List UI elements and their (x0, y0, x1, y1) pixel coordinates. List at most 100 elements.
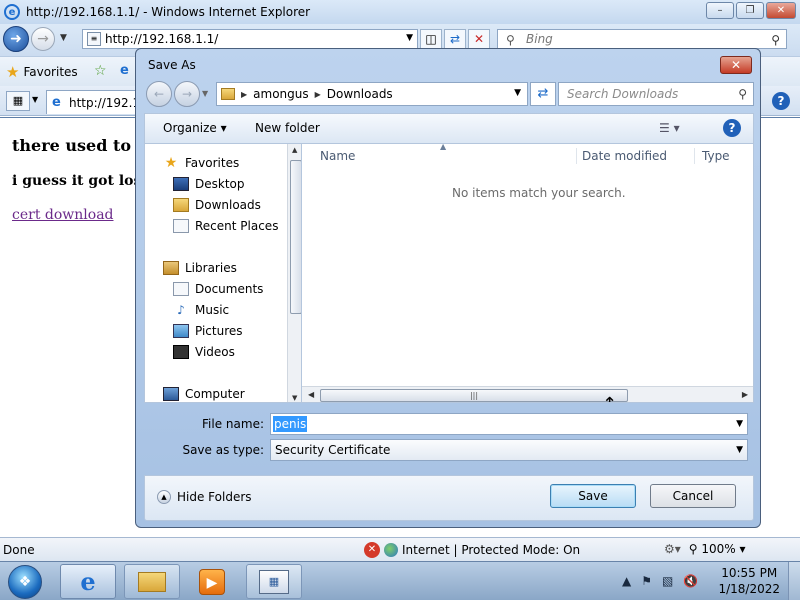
zoom-level[interactable]: ⚲ 100% ▾ (689, 542, 746, 556)
scroll-up-icon[interactable]: ▲ (292, 146, 297, 154)
file-name-value[interactable]: penis (273, 416, 308, 432)
nav-scrollbar[interactable]: ▲ ▼ (287, 144, 301, 402)
tab-list-dropdown-icon[interactable]: ▼ (32, 95, 38, 104)
tray-expand-icon[interactable]: ▲ (622, 574, 631, 588)
file-name-input[interactable]: penis ▼ (270, 413, 748, 435)
address-dropdown-icon[interactable]: ▼ (406, 33, 413, 43)
nav-label: Downloads (195, 197, 261, 212)
nav-pictures[interactable]: Pictures (173, 320, 301, 341)
stop-icon[interactable]: ✕ (468, 29, 490, 49)
action-center-flag-icon[interactable]: ⚑ (641, 574, 652, 588)
scroll-down-icon[interactable]: ▼ (292, 394, 297, 402)
star-icon: ★ (6, 63, 20, 81)
quick-tabs-icon[interactable]: ▦ (6, 91, 30, 111)
address-text[interactable]: http://192.168.1.1/ (105, 32, 218, 46)
breadcrumb-amongus[interactable]: amongus (253, 87, 308, 101)
clock[interactable]: 10:55 PM 1/18/2022 (718, 565, 780, 597)
dialog-close-button[interactable]: ✕ (720, 56, 752, 74)
file-name-row: File name: penis ▼ (144, 413, 754, 435)
dialog-help-icon[interactable]: ? (723, 119, 741, 137)
volume-muted-icon[interactable]: 🔇 (683, 574, 698, 588)
nav-favorites[interactable]: ★ Favorites (163, 152, 301, 173)
forward-button[interactable]: → (31, 27, 55, 51)
nav-label: Pictures (195, 323, 243, 338)
nav-videos[interactable]: Videos (173, 341, 301, 362)
compatibility-icon[interactable]: ◫ (420, 29, 442, 49)
clock-date: 1/18/2022 (718, 582, 780, 596)
minimize-button[interactable]: – (706, 2, 734, 19)
nav-recent-places[interactable]: Recent Places (173, 215, 301, 236)
status-bar: Done ✕ Internet | Protected Mode: On ⚙▾ … (0, 537, 800, 561)
dialog-back-button[interactable]: ← (146, 81, 172, 107)
address-bar[interactable]: ≡ http://192.168.1.1/ ▼ (82, 29, 418, 49)
refresh-icon[interactable]: ⇄ (444, 29, 466, 49)
cancel-button[interactable]: Cancel (650, 484, 736, 508)
nav-documents[interactable]: Documents (173, 278, 301, 299)
dialog-refresh-icon[interactable]: ⇄ (530, 82, 556, 106)
help-icon[interactable]: ? (772, 92, 790, 110)
search-downloads-input[interactable]: Search Downloads ⚲ (558, 82, 754, 106)
new-folder-button[interactable]: New folder (255, 121, 320, 135)
start-button[interactable]: ❖ (2, 563, 48, 600)
tray-icons: ▲ ⚑ ▧ 🔇 (622, 574, 698, 588)
breadcrumb-arrow-icon[interactable]: ▶ (241, 90, 247, 99)
nav-label: Music (195, 302, 230, 317)
nav-downloads[interactable]: Downloads (173, 194, 301, 215)
taskbar-certificate-app[interactable]: ▦ (246, 564, 302, 599)
organize-button[interactable]: Organize ▾ (163, 121, 227, 135)
dialog-forward-button[interactable]: → (174, 81, 200, 107)
save-type-dropdown-icon[interactable]: ▼ (736, 440, 743, 460)
popup-blocker-icon[interactable]: ⚙▾ (664, 542, 681, 556)
nav-scroll-thumb[interactable] (290, 160, 301, 314)
close-button[interactable]: ✕ (766, 2, 796, 19)
column-separator[interactable] (576, 148, 577, 164)
column-type[interactable]: Type (702, 149, 730, 163)
breadcrumb[interactable]: ▶ amongus ▶ Downloads ▼ (216, 82, 528, 106)
save-type-select[interactable]: Security Certificate ▼ (270, 439, 748, 461)
change-view-icon[interactable]: ☰ ▾ (659, 121, 680, 135)
recent-pages-dropdown-icon[interactable]: ▼ (60, 33, 67, 43)
nav-desktop[interactable]: Desktop (173, 173, 301, 194)
nav-label: Computer (185, 386, 245, 401)
taskbar-ie[interactable]: e (60, 564, 116, 599)
breadcrumb-arrow-icon[interactable]: ▶ (315, 90, 321, 99)
column-name[interactable]: Name (320, 149, 355, 163)
search-icon[interactable]: ⚲ (738, 83, 747, 105)
organize-label: Organize (163, 121, 217, 135)
show-desktop-button[interactable] (788, 562, 800, 600)
scroll-left-icon[interactable]: ◀ (308, 390, 314, 399)
breadcrumb-dropdown-icon[interactable]: ▼ (514, 88, 521, 98)
back-button[interactable]: ➜ (3, 26, 29, 52)
hide-folders-button[interactable]: ▲ Hide Folders (157, 490, 252, 504)
nav-label: Libraries (185, 260, 237, 275)
save-button[interactable]: Save (550, 484, 636, 508)
security-zone[interactable]: ✕ Internet | Protected Mode: On (364, 542, 580, 558)
taskbar-explorer[interactable] (124, 564, 180, 599)
nav-label: Videos (195, 344, 235, 359)
taskbar-media-player[interactable]: ▶ (184, 564, 240, 599)
favorites-button[interactable]: ★ Favorites (6, 63, 78, 81)
nav-libraries[interactable]: Libraries (163, 257, 301, 278)
network-icon[interactable]: ▧ (662, 574, 673, 588)
search-box[interactable]: ⚲ Bing ⚲ (497, 29, 787, 49)
horizontal-scroll-thumb[interactable]: ||| (320, 389, 628, 402)
nav-music[interactable]: ♪ Music (173, 299, 301, 320)
scroll-right-icon[interactable]: ▶ (742, 390, 748, 399)
certificate-icon: ▦ (259, 569, 289, 594)
nav-computer[interactable]: Computer (163, 383, 301, 402)
add-favorite-icon[interactable]: ☆ (94, 63, 107, 79)
maximize-button[interactable]: ❐ (736, 2, 764, 19)
suggested-sites-icon[interactable]: e (120, 63, 129, 78)
file-name-dropdown-icon[interactable]: ▼ (736, 414, 743, 434)
horizontal-scrollbar[interactable]: ◀ ||| ▶ (302, 386, 753, 402)
libraries-icon (163, 260, 179, 275)
dialog-history-dropdown-icon[interactable]: ▼ (202, 89, 208, 98)
column-date-modified[interactable]: Date modified (582, 149, 667, 163)
window-controls: – ❐ ✕ (706, 2, 796, 19)
breadcrumb-downloads[interactable]: Downloads (327, 87, 393, 101)
column-separator[interactable] (694, 148, 695, 164)
music-icon: ♪ (177, 302, 185, 317)
pictures-icon (173, 323, 189, 338)
cert-download-link[interactable]: cert download (12, 207, 114, 223)
search-icon[interactable]: ⚲ (771, 31, 780, 49)
